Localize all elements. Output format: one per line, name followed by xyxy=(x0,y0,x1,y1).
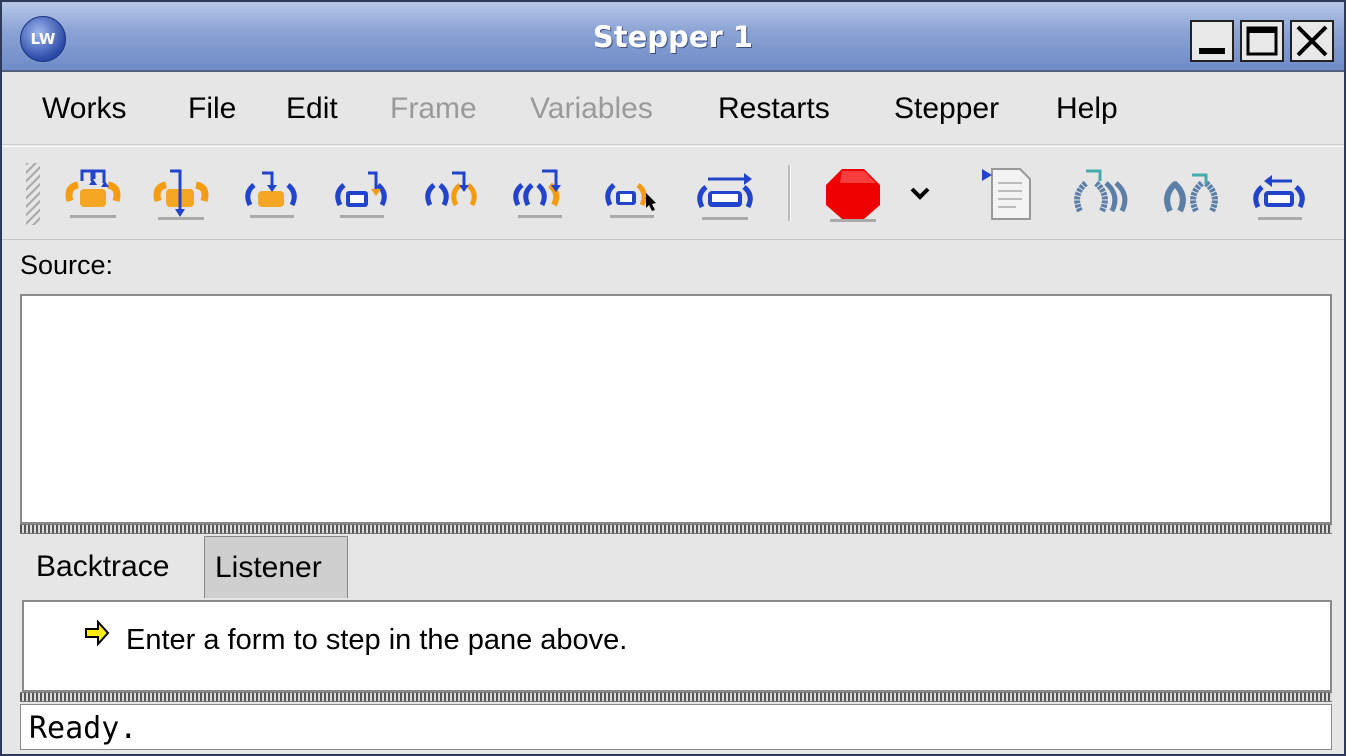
title-bar[interactable]: LW Stepper 1 xyxy=(2,2,1344,72)
dropdown-chevron-icon[interactable] xyxy=(900,161,940,225)
window-title: Stepper 1 xyxy=(592,20,754,54)
menu-edit[interactable]: Edit xyxy=(286,92,338,126)
maximize-button[interactable] xyxy=(1240,20,1284,62)
menu-works[interactable]: Works xyxy=(42,92,126,126)
show-source-icon[interactable] xyxy=(976,161,1042,225)
tab-backtrace[interactable]: Backtrace xyxy=(26,536,202,598)
continue-icon[interactable] xyxy=(692,161,758,225)
step-into-icon[interactable] xyxy=(148,161,214,225)
step-to-cursor-icon[interactable] xyxy=(598,161,664,225)
stepper-window: LW Stepper 1 Works File Edit Frame Varia… xyxy=(0,0,1346,756)
toolbar-grip[interactable] xyxy=(26,163,40,225)
backtrace-message: Enter a form to step in the pane above. xyxy=(126,624,628,656)
status-bar: Ready. xyxy=(20,704,1332,750)
step-next-icon[interactable] xyxy=(416,161,482,225)
source-label: Source: xyxy=(20,250,114,280)
step-through-icon[interactable] xyxy=(508,161,574,225)
step-icon[interactable] xyxy=(60,161,126,225)
backtrace-pane[interactable]: Enter a form to step in the pane above. xyxy=(22,600,1332,692)
restart-icon[interactable] xyxy=(1158,161,1224,225)
step-to-call-icon[interactable] xyxy=(238,161,304,225)
status-text: Ready. xyxy=(29,711,138,746)
menu-stepper[interactable]: Stepper xyxy=(894,92,999,126)
menu-frame[interactable]: Frame xyxy=(390,92,477,126)
toolbar-separator xyxy=(788,165,791,221)
menu-help[interactable]: Help xyxy=(1056,92,1118,126)
pane-splitter[interactable] xyxy=(20,692,1332,702)
menu-variables[interactable]: Variables xyxy=(530,92,653,126)
step-to-value-icon[interactable] xyxy=(328,161,394,225)
pane-splitter[interactable] xyxy=(20,524,1332,534)
undo-step-icon[interactable] xyxy=(1068,161,1134,225)
return-icon[interactable] xyxy=(1246,161,1312,225)
minimize-button[interactable] xyxy=(1190,20,1234,62)
menu-file[interactable]: File xyxy=(188,92,236,126)
stop-icon[interactable] xyxy=(820,161,886,225)
menu-bar: Works File Edit Frame Variables Restarts… xyxy=(2,72,1344,145)
arrow-right-icon xyxy=(85,620,110,646)
close-button[interactable] xyxy=(1290,20,1334,62)
toolbar xyxy=(2,146,1344,240)
source-pane[interactable] xyxy=(20,294,1332,524)
tab-listener[interactable]: Listener xyxy=(204,536,348,598)
menu-restarts[interactable]: Restarts xyxy=(718,92,830,126)
